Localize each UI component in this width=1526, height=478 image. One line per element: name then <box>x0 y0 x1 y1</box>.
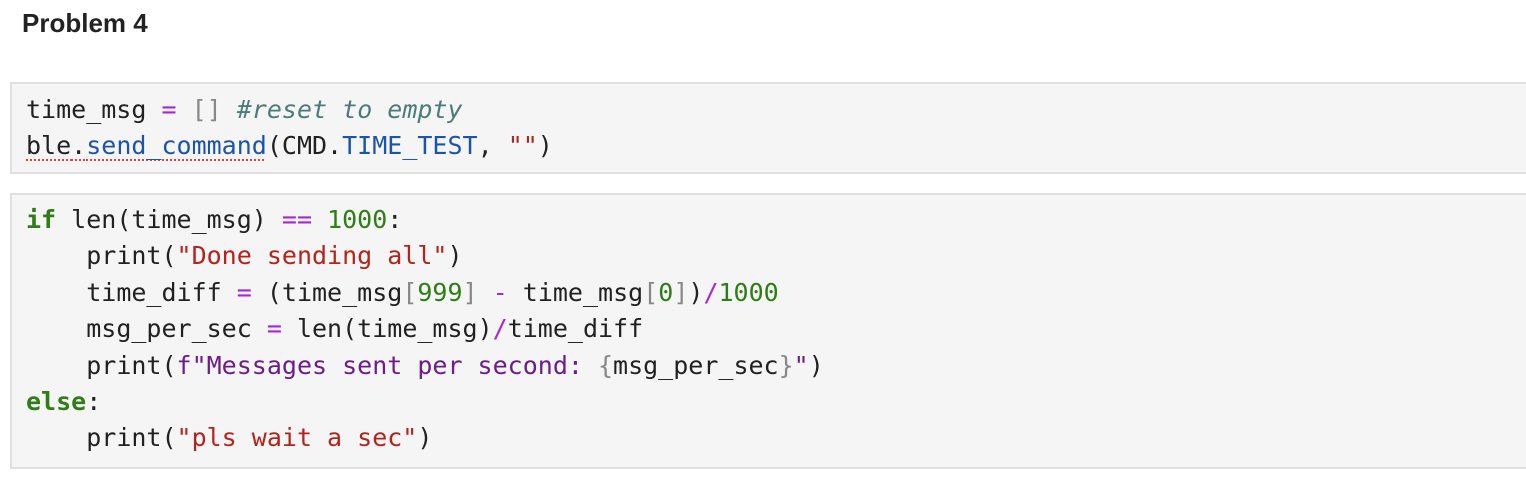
code-token: time_diff <box>507 314 644 344</box>
variable-token: time_msg <box>26 95 147 124</box>
code-token: len(time_msg) <box>56 205 282 234</box>
code-token: ) <box>537 131 553 161</box>
code-line: print(f"Messages sent per second: {msg_p… <box>26 348 824 384</box>
number-token: 999 <box>417 277 463 307</box>
code-token: time_msg <box>507 277 644 307</box>
number-token: 1000 <box>327 205 388 234</box>
operator-token: = <box>266 314 282 344</box>
code-line: print("pls wait a sec") <box>26 420 824 456</box>
string-token: "" <box>507 131 538 161</box>
code-line: time_diff = (time_msg[999] - time_msg[0]… <box>26 275 824 311</box>
number-token: 0 <box>658 277 674 307</box>
code-token: : <box>86 386 102 416</box>
code-line: time_msg = [] #reset to empty <box>26 92 553 128</box>
operator-token: / <box>703 277 719 307</box>
variable-token: msg_per_sec <box>613 350 779 380</box>
keyword-token: if <box>26 205 57 234</box>
string-token: "pls wait a sec" <box>176 423 418 453</box>
code-token: ) <box>417 423 433 453</box>
brace-token: } <box>778 350 794 380</box>
code-token: ) <box>808 350 824 380</box>
code-token: print( <box>86 350 177 380</box>
bracket-token: [] <box>191 95 222 124</box>
bracket-token: [ <box>643 277 659 307</box>
code-token: time_diff <box>86 277 237 307</box>
code-line: print("Done sending all") <box>26 238 824 274</box>
brace-token: { <box>597 350 614 380</box>
method-token: send_command <box>86 131 267 161</box>
attribute-token: TIME_TEST <box>342 131 478 161</box>
object-token: ble <box>26 131 72 161</box>
number-token: 1000 <box>718 277 779 307</box>
bracket-token: ] <box>462 277 478 307</box>
bracket-token: ] <box>673 277 689 307</box>
dot-token: . <box>71 131 87 161</box>
code-token: ) <box>688 277 704 307</box>
operator-token: = <box>161 95 177 124</box>
fstring-token: " <box>793 350 809 380</box>
operator-token: == <box>281 205 312 234</box>
code-token: print( <box>86 241 177 271</box>
operator-token: = <box>236 277 252 307</box>
code-token: , <box>477 131 508 161</box>
code-token: : <box>387 205 403 234</box>
bracket-token: [ <box>402 277 418 307</box>
code-token: len(time_msg) <box>281 314 493 344</box>
code-token: msg_per_sec <box>86 314 267 344</box>
code-line: msg_per_sec = len(time_msg)/time_diff <box>26 311 824 347</box>
operator-token: / <box>492 314 508 344</box>
code-line: else: <box>26 384 824 420</box>
comment-token: #reset to empty <box>236 95 463 124</box>
section-heading: Problem 4 <box>22 8 148 38</box>
code-cell-2[interactable]: if len(time_msg) == 1000: print("Done se… <box>10 193 1526 469</box>
code-token: print( <box>86 423 177 453</box>
code-line: if len(time_msg) == 1000: <box>26 202 824 238</box>
string-token: "Done sending all" <box>176 241 448 271</box>
operator-token: - <box>492 277 508 307</box>
code-token: (time_msg <box>251 277 403 307</box>
code-line: ble.send_command(CMD.TIME_TEST, "") <box>26 128 553 164</box>
code-cell-1[interactable]: time_msg = [] #reset to empty ble.send_co… <box>10 82 1526 174</box>
fstring-token: f"Messages sent per second: <box>176 350 598 380</box>
code-token: (CMD. <box>266 131 343 161</box>
keyword-token: else <box>26 386 87 416</box>
code-editor[interactable]: if len(time_msg) == 1000: print("Done se… <box>26 202 824 457</box>
code-token: ) <box>447 241 463 271</box>
code-editor[interactable]: time_msg = [] #reset to empty ble.send_co… <box>26 92 553 165</box>
